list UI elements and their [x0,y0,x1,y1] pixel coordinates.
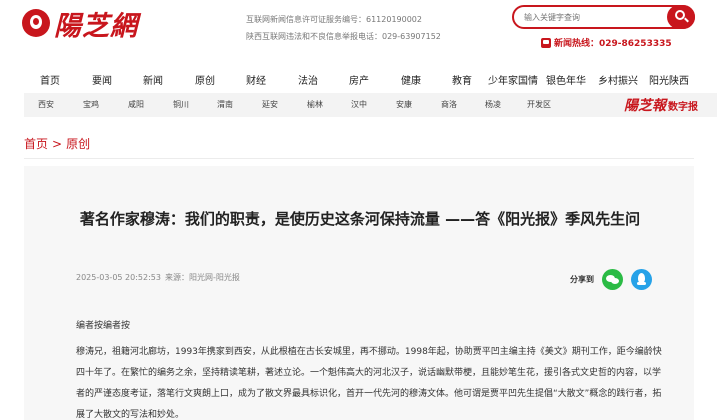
article-meta: 2025-03-05 20:52:53 来源：阳光网-阳光报 [76,272,244,283]
digital-paper-label: 数字报 [668,102,698,113]
digital-paper-link[interactable]: 陽芝報 数字报 [624,95,698,115]
logo-text: 陽芝網 [54,10,138,42]
nav-item-headlines[interactable]: 要闻 [92,72,112,87]
breadcrumb-current[interactable]: 原创 [66,137,90,151]
site-header: 陽芝網 互联网新闻信息许可证服务编号：61120190002 陕西互联网违法和不… [0,0,717,62]
share-bar: 分享到 [570,269,660,290]
breadcrumb-separator: > [52,137,63,151]
news-hotline: 新闻热线：029-86253335 [541,36,672,49]
breadcrumb: 首页 > 原创 [24,135,90,152]
region-item-xianyang[interactable]: 咸阳 [128,99,144,110]
region-item-shangluo[interactable]: 商洛 [441,99,457,110]
search-box [512,5,695,29]
paper-brand: 陽芝報 [624,98,666,114]
article-source: 阳光网-阳光报 [188,273,240,282]
region-item-devzone[interactable]: 开发区 [527,99,551,110]
source-label: 来源： [164,273,189,282]
article-date: 2025-03-05 20:52:53 [76,273,161,282]
region-item-ankang[interactable]: 安康 [396,99,412,110]
article-title: 著名作家穆涛：我们的职责，是使历史这条河保持流量 ——答《阳光报》季风先生问 [79,210,641,228]
license-line: 互联网新闻信息许可证服务编号：61120190002 [246,15,422,24]
search-icon-handle [684,17,689,23]
license-info: 互联网新闻信息许可证服务编号：61120190002 陕西互联网违法和不良信息举… [246,11,441,45]
search-button[interactable] [667,5,695,29]
main-nav: 首页 要闻 新闻 原创 财经 法治 房产 健康 教育 少年家国情 银色年华 乡村… [0,64,717,92]
region-nav: 西安 宝鸡 咸阳 铜川 渭南 延安 榆林 汉中 安康 商洛 杨凌 开发区 陽芝報… [24,93,717,117]
nav-item-original[interactable]: 原创 [195,72,215,87]
region-item-hanzhong[interactable]: 汉中 [351,99,367,110]
nav-item-realestate[interactable]: 房产 [349,72,369,87]
breadcrumb-home[interactable]: 首页 [24,137,48,151]
report-line: 陕西互联网违法和不良信息举报电话：029-63907152 [246,32,441,41]
qq-share-icon[interactable] [631,269,652,290]
site-logo[interactable]: 陽芝網 [22,7,138,42]
region-item-yangling[interactable]: 杨凌 [485,99,501,110]
region-item-weinan[interactable]: 渭南 [217,99,233,110]
nav-item-shaanxi[interactable]: 阳光陕西 [649,72,689,87]
share-label: 分享到 [570,275,594,284]
region-item-yanan[interactable]: 延安 [262,99,278,110]
search-input[interactable] [524,10,664,24]
nav-item-health[interactable]: 健康 [401,72,421,87]
nav-item-rural[interactable]: 乡村振兴 [598,72,638,87]
nav-item-finance[interactable]: 财经 [246,72,266,87]
nav-item-education[interactable]: 教育 [452,72,472,87]
region-item-yulin[interactable]: 榆林 [307,99,323,110]
nav-item-law[interactable]: 法治 [298,72,318,87]
nav-item-news[interactable]: 新闻 [143,72,163,87]
logo-mark-icon [22,9,50,37]
region-item-baoji[interactable]: 宝鸡 [83,99,99,110]
phone-icon [541,37,551,48]
article-body: 穆涛兄，祖籍河北廊坊，1993年携家到西安，从此根植在古长安城里，再不挪动。19… [76,347,662,420]
region-item-tongchuan[interactable]: 铜川 [173,99,189,110]
wechat-share-icon[interactable] [602,269,623,290]
nav-item-silver[interactable]: 银色年华 [546,72,586,87]
region-item-xian[interactable]: 西安 [38,99,54,110]
hotline-text: 新闻热线：029-86253335 [554,39,672,49]
divider [24,158,694,159]
nav-item-youth[interactable]: 少年家国情 [488,72,538,87]
nav-item-home[interactable]: 首页 [40,72,60,87]
editor-note-heading: 编者按编者按 [76,321,131,331]
